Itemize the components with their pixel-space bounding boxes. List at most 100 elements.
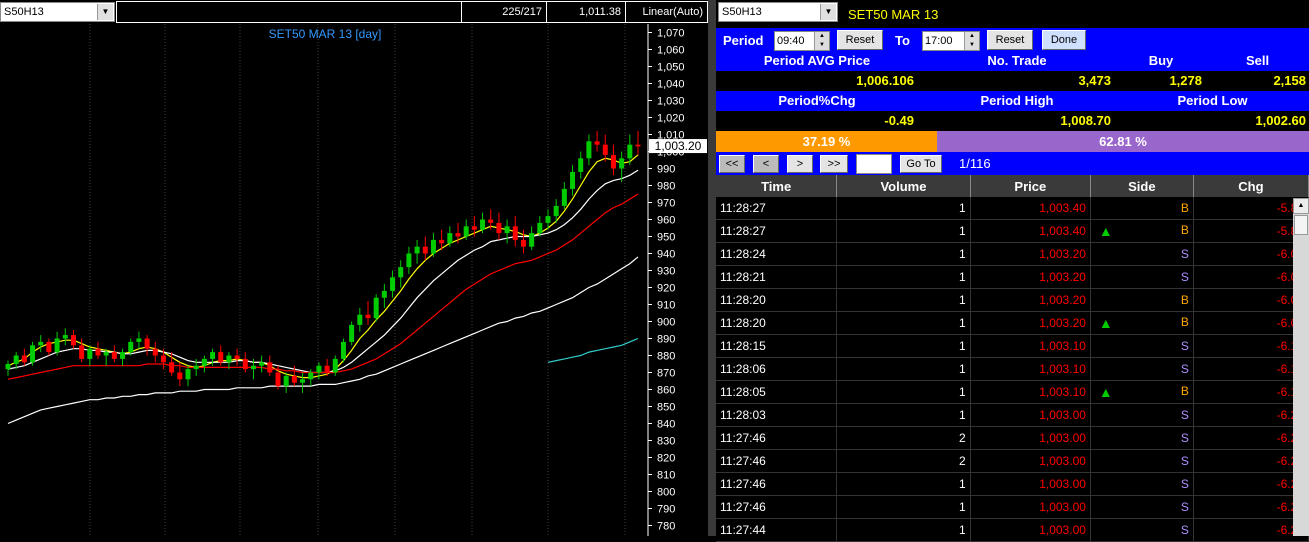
scroll-thumb[interactable] [1294, 215, 1308, 235]
table-row[interactable]: 11:28:24 1 1,003.20 S -6.00 [716, 242, 1309, 266]
price-chart[interactable]: SET50 MAR 13 [day] 780 790 800 810 820 830 840… [0, 24, 708, 536]
last-page-button[interactable]: >> [820, 155, 848, 173]
page-indicator: 1/116 [959, 156, 991, 171]
chart-scale-mode[interactable]: Linear(Auto) [625, 1, 708, 23]
trades-scrollbar[interactable]: ▲ [1293, 198, 1309, 536]
trade-volume: 1 [836, 311, 971, 335]
period-to-input[interactable]: 17:00 ▲ ▼ [922, 31, 980, 51]
chevron-down-icon[interactable]: ▼ [97, 4, 113, 20]
candle-body [529, 233, 535, 247]
next-page-button[interactable]: > [787, 155, 813, 173]
table-row[interactable]: 11:27:46 1 1,003.00 S -6.20 [716, 472, 1309, 496]
trade-time: 11:28:24 [716, 242, 838, 266]
trade-side-cell: S [1090, 449, 1194, 473]
first-page-button[interactable]: << [719, 155, 745, 173]
candle-body [537, 222, 543, 234]
trade-change: -6.20 [1193, 449, 1309, 473]
trade-volume: 1 [836, 197, 971, 220]
y-tick-label: 810 [657, 470, 675, 482]
trade-volume: 1 [836, 472, 971, 496]
period-to-value: 17:00 [925, 35, 953, 47]
y-tick-label: 1,030 [657, 96, 685, 108]
table-row[interactable]: 11:28:06 1 1,003.10 S -6.10 [716, 357, 1309, 381]
trade-side-cell: S [1090, 357, 1194, 381]
table-row[interactable]: 11:28:20 1 1,003.20 ▲ B -6.00 [716, 311, 1309, 335]
y-tick-label: 820 [657, 453, 675, 465]
column-header-time[interactable]: Time [716, 175, 838, 197]
candle-body [373, 297, 379, 319]
table-row[interactable]: 11:27:44 1 1,003.00 S -6.20 [716, 518, 1309, 542]
table-row[interactable]: 11:28:21 1 1,003.20 S -6.00 [716, 265, 1309, 289]
candle-body [578, 158, 584, 172]
done-button[interactable]: Done [1042, 30, 1086, 50]
candle-body [496, 222, 502, 234]
stat-period-low: 1,002.60 [1255, 113, 1306, 128]
chart-symbol-select[interactable]: S50H13 ▼ [0, 2, 115, 22]
stat-header-buy: Buy [1148, 53, 1174, 68]
candle-body [398, 267, 404, 278]
chevron-down-icon[interactable]: ▼ [820, 4, 836, 20]
trade-side: B [1180, 201, 1189, 215]
ticker-panel: S50H13 ▼ SET50 MAR 13 Period 09:40 ▲ ▼ Re… [716, 0, 1309, 542]
trade-change: -6.10 [1193, 357, 1309, 381]
up-tick-icon: ▲ [1098, 315, 1113, 331]
table-row[interactable]: 11:28:27 1 1,003.40 B -5.80 [716, 197, 1309, 220]
trade-volume: 1 [836, 242, 971, 266]
stat-period-chg: -0.49 [884, 113, 914, 128]
y-tick-label: 960 [657, 215, 675, 227]
candle-body [463, 226, 469, 237]
trade-side-cell: ▲ B [1090, 311, 1194, 335]
to-label: To [895, 33, 910, 48]
period-from-input[interactable]: 09:40 ▲ ▼ [774, 31, 830, 51]
candle-body [504, 226, 510, 234]
candle-body [488, 219, 494, 223]
reset-to-button[interactable]: Reset [987, 30, 1033, 50]
scroll-up-icon[interactable]: ▲ [1293, 198, 1309, 214]
prev-page-button[interactable]: < [753, 155, 779, 173]
table-row[interactable]: 11:28:27 1 1,003.40 ▲ B -5.80 [716, 219, 1309, 243]
trade-price: 1,003.00 [970, 472, 1091, 496]
candle-body [308, 372, 314, 380]
chart-title: SET50 MAR 13 [day] [269, 27, 382, 41]
spinner-icon[interactable]: ▲ ▼ [964, 32, 979, 50]
column-header-chg[interactable]: Chg [1193, 175, 1309, 197]
trade-time: 11:28:21 [716, 265, 838, 289]
table-row[interactable]: 11:27:46 2 1,003.00 S -6.20 [716, 449, 1309, 473]
goto-button[interactable]: Go To [900, 155, 942, 173]
candle-body [46, 341, 52, 353]
table-row[interactable]: 11:28:20 1 1,003.20 B -6.00 [716, 288, 1309, 312]
table-row[interactable]: 11:28:05 1 1,003.10 ▲ B -6.10 [716, 380, 1309, 404]
candle-body [144, 338, 150, 349]
moving-average-line [7, 154, 639, 379]
y-tick-label: 930 [657, 266, 675, 278]
stat-no-trade: 3,473 [1078, 73, 1111, 88]
stat-header-period-high: Period High [980, 93, 1054, 108]
candle-body [160, 355, 166, 363]
y-tick-label: 950 [657, 232, 675, 244]
column-header-price[interactable]: Price [970, 175, 1091, 197]
table-row[interactable]: 11:27:46 2 1,003.00 S -6.20 [716, 426, 1309, 450]
stat-period-high: 1,008.70 [1060, 113, 1111, 128]
page-number-input[interactable] [856, 154, 892, 174]
trade-change: -5.80 [1193, 219, 1309, 243]
y-tick-label: 900 [657, 317, 675, 329]
candle-body [128, 341, 134, 353]
candle-body [610, 154, 616, 169]
candle-body [480, 219, 486, 230]
column-header-volume[interactable]: Volume [836, 175, 971, 197]
trades-table: Time Volume Price Side Chg 11:28:27 1 1,00… [716, 175, 1309, 542]
column-header-side[interactable]: Side [1090, 175, 1194, 197]
chart-symbol-value: S50H13 [4, 6, 44, 18]
table-row[interactable]: 11:28:15 1 1,003.10 S -6.10 [716, 334, 1309, 358]
table-row[interactable]: 11:27:46 1 1,003.00 S -6.20 [716, 495, 1309, 519]
trade-price: 1,003.10 [970, 380, 1091, 404]
panel-splitter[interactable] [708, 0, 716, 536]
reset-from-button[interactable]: Reset [837, 30, 883, 50]
candle-body [21, 355, 27, 363]
ticker-symbol-select[interactable]: S50H13 ▼ [718, 2, 838, 22]
table-row[interactable]: 11:28:03 1 1,003.00 S -6.20 [716, 403, 1309, 427]
y-tick-label: 830 [657, 436, 675, 448]
candle-body [177, 372, 183, 380]
spinner-icon[interactable]: ▲ ▼ [814, 32, 829, 50]
trade-time: 11:28:20 [716, 311, 838, 335]
